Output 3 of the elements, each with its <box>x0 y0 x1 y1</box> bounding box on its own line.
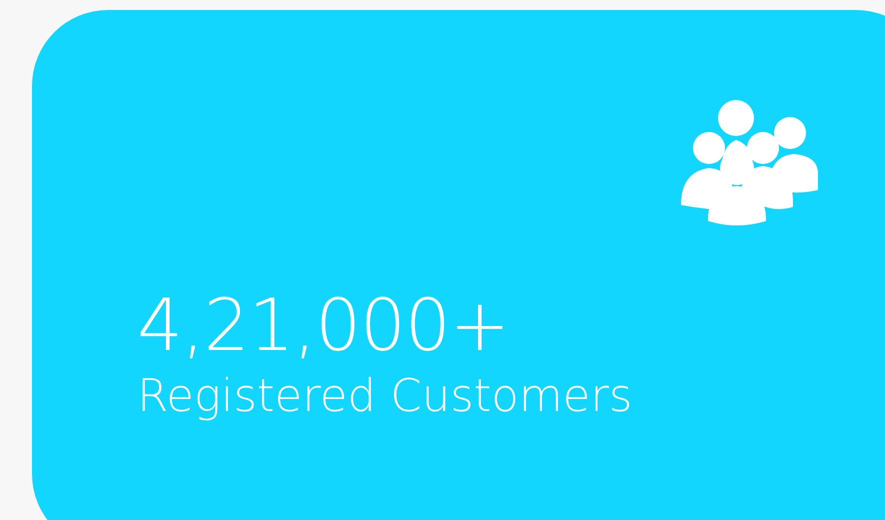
people-group-icon <box>681 100 819 227</box>
customer-count-label: Registered Customers <box>137 371 634 420</box>
customer-count: 4,21,000+ <box>137 289 510 361</box>
